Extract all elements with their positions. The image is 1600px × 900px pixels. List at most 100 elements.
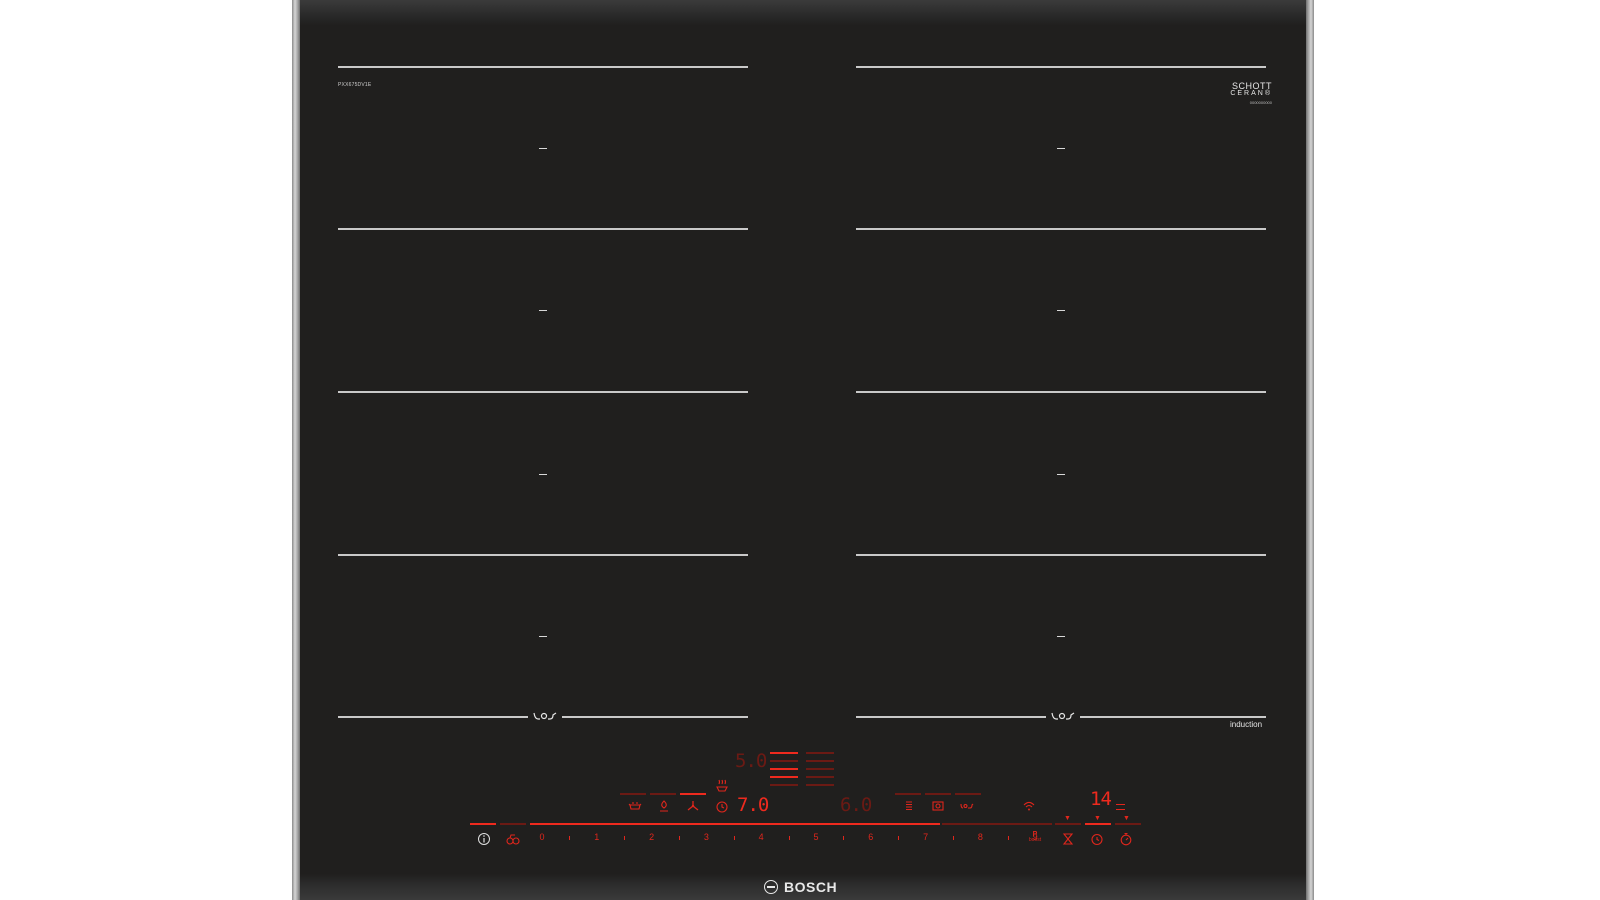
zone-line-right-3	[856, 391, 1266, 393]
zone-line-right-4	[856, 554, 1266, 556]
zone-line-left-1	[338, 66, 748, 68]
sensor-indicator	[955, 793, 981, 795]
zone-bar	[770, 776, 798, 778]
zone-center-mark	[539, 636, 547, 637]
power-level-5[interactable]: 5	[809, 832, 823, 842]
zone-bar	[770, 760, 798, 762]
flex-zone-icon	[1051, 712, 1075, 720]
model-number: PXX675DV1E	[338, 82, 372, 88]
power-level-half-step[interactable]	[734, 836, 735, 840]
clock-icon[interactable]	[715, 800, 729, 814]
zone-line-right-5b	[1080, 716, 1266, 718]
brand-logo: BOSCH	[764, 879, 837, 895]
camera-icon[interactable]	[931, 799, 945, 813]
zone-level-display-right: 6.0	[840, 794, 872, 816]
sensor-indicator	[895, 793, 921, 795]
zone-bar	[806, 784, 834, 786]
zone-indicator-bars-right[interactable]	[806, 752, 834, 792]
zone-level-display-active: 7.0	[737, 794, 769, 816]
power-level-half-step[interactable]	[789, 836, 790, 840]
timer-indicator	[1115, 823, 1141, 825]
zone-line-left-5b	[562, 716, 748, 718]
power-level-7[interactable]: 7	[919, 832, 933, 842]
boost-button[interactable]: P boost	[1026, 831, 1044, 843]
list-icon[interactable]	[902, 799, 916, 813]
power-level-half-step[interactable]	[1008, 836, 1009, 840]
flex-zone-icon[interactable]	[960, 799, 974, 813]
power-level-6[interactable]: 6	[864, 832, 878, 842]
top-edge	[300, 0, 1306, 26]
power-slider-indicator-start	[470, 823, 496, 825]
zone-bar	[770, 784, 798, 786]
sensor-indicator[interactable]	[680, 793, 706, 795]
zone-center-mark	[539, 474, 547, 475]
flex-zone-icon	[533, 712, 557, 720]
sensor-indicator	[650, 793, 676, 795]
power-level-2[interactable]: 2	[645, 832, 659, 842]
induction-label: induction	[1230, 720, 1263, 729]
timer-indicator	[1055, 823, 1081, 825]
zone-bar	[806, 752, 834, 754]
power-slider-track[interactable]	[500, 823, 526, 825]
zone-bar	[806, 760, 834, 762]
power-level-half-step[interactable]	[953, 836, 954, 840]
zone-line-left-3	[338, 391, 748, 393]
power-slider-track[interactable]	[942, 823, 1052, 825]
glass-brand-logo: SCHOTT CERAN® 0000000000	[1228, 82, 1272, 106]
power-level-3[interactable]: 3	[699, 832, 713, 842]
chevron-down-icon[interactable]: ▼	[1094, 815, 1101, 822]
power-level-half-step[interactable]	[569, 836, 570, 840]
zone-line-right-1	[856, 66, 1266, 68]
hob-heat-icon[interactable]	[715, 779, 729, 793]
child-lock-icon[interactable]	[506, 832, 520, 846]
zone-center-mark	[539, 310, 547, 311]
power-level-4[interactable]: 4	[754, 832, 768, 842]
timer-unit-indicator	[1116, 804, 1125, 810]
wifi-icon[interactable]	[1022, 799, 1036, 813]
power-level-half-step[interactable]	[898, 836, 899, 840]
brand-name: BOSCH	[784, 879, 838, 895]
zone-line-left-4	[338, 554, 748, 556]
chevron-down-icon[interactable]: ▼	[1064, 815, 1071, 822]
pan-icon[interactable]	[628, 799, 642, 813]
kitchen-timer-icon[interactable]	[1090, 832, 1104, 846]
timer-display: 14	[1090, 788, 1112, 810]
power-level-0[interactable]: 0	[535, 832, 549, 842]
grill-icon[interactable]	[657, 799, 671, 813]
zone-line-right-5a	[856, 716, 1046, 718]
zone-bar	[770, 752, 798, 754]
power-level-8[interactable]: 8	[973, 832, 987, 842]
boost-label: boost	[1028, 837, 1042, 843]
zone-center-mark	[1057, 474, 1065, 475]
power-level-1[interactable]: 1	[590, 832, 604, 842]
timer-indicator[interactable]	[1085, 823, 1111, 825]
zone-center-mark	[1057, 636, 1065, 637]
power-level-half-step[interactable]	[624, 836, 625, 840]
glass-brand-line1: SCHOTT	[1232, 81, 1272, 91]
zone-indicator-bars-left[interactable]	[770, 752, 798, 792]
info-icon[interactable]	[477, 832, 491, 846]
sensor-indicator	[620, 793, 646, 795]
zone-center-mark	[1057, 148, 1065, 149]
bosch-armature-icon	[764, 880, 778, 894]
stopwatch-icon[interactable]	[1119, 832, 1133, 846]
zone-line-right-2	[856, 228, 1266, 230]
zone-bar	[806, 768, 834, 770]
zone-line-left-5a	[338, 716, 528, 718]
zone-bar	[806, 776, 834, 778]
power-level-half-step[interactable]	[843, 836, 844, 840]
zone-level-display-top: 5.0	[735, 750, 767, 772]
sensor-indicator	[925, 793, 951, 795]
zone-line-left-2	[338, 228, 748, 230]
zone-center-mark	[1057, 310, 1065, 311]
zone-center-mark	[539, 148, 547, 149]
power-slider-fill[interactable]	[530, 823, 940, 825]
zone-bar	[770, 768, 798, 770]
power-level-half-step[interactable]	[679, 836, 680, 840]
glass-brand-line2: CERAN®	[1230, 90, 1272, 97]
fan-icon[interactable]	[686, 799, 700, 813]
chevron-down-icon[interactable]: ▼	[1123, 815, 1130, 822]
ceramic-glass-surface	[300, 2, 1306, 898]
glass-code: 0000000000	[1249, 100, 1272, 105]
hourglass-icon[interactable]	[1061, 832, 1075, 846]
